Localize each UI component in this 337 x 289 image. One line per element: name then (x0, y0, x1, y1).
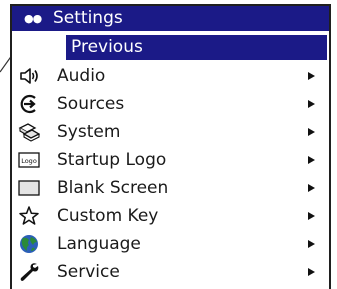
submenu-arrow-icon (308, 268, 315, 276)
submenu-arrow-icon (308, 240, 315, 248)
header-dots-icon: ●● (24, 12, 42, 25)
menu-item-system-label: System (57, 122, 121, 142)
blank-screen-icon (18, 180, 40, 196)
speaker-icon (20, 68, 38, 84)
menu-item-sources-label: Sources (57, 94, 125, 114)
menu-title: Settings (53, 8, 123, 28)
globe-icon (20, 235, 38, 253)
menu-item-system[interactable]: System (12, 118, 329, 146)
logo-icon-text: Logo (21, 157, 37, 165)
menu-item-custom-key-label: Custom Key (57, 206, 159, 226)
menu-header: ●● Settings (12, 6, 329, 31)
settings-menu-screen: ●● Settings Previous Audio Sources Syste… (0, 0, 337, 289)
star-icon (19, 206, 39, 225)
menu-item-blank-screen-label: Blank Screen (57, 178, 169, 198)
menu-item-language-label: Language (57, 234, 141, 254)
submenu-arrow-icon (308, 128, 315, 136)
menu-item-audio[interactable]: Audio (12, 62, 329, 90)
menu-item-service-label: Service (57, 262, 120, 282)
menu-item-blank-screen[interactable]: Blank Screen (12, 174, 329, 202)
source-arrow-icon (20, 94, 36, 114)
logo-icon: Logo (18, 152, 40, 168)
menu-item-audio-label: Audio (57, 66, 106, 86)
menu-item-service[interactable]: Service (12, 258, 329, 286)
wrench-icon (20, 263, 39, 281)
menu-item-language[interactable]: Language (12, 230, 329, 258)
menu-item-startup-logo-label: Startup Logo (57, 150, 167, 170)
submenu-arrow-icon (308, 100, 315, 108)
submenu-arrow-icon (308, 212, 315, 220)
menu-item-sources[interactable]: Sources (12, 90, 329, 118)
system-chips-icon (18, 123, 40, 142)
menu-item-custom-key[interactable]: Custom Key (12, 202, 329, 230)
menu-item-previous-label: Previous (71, 37, 143, 57)
submenu-arrow-icon (308, 72, 315, 80)
submenu-arrow-icon (308, 184, 315, 192)
menu-item-previous[interactable]: Previous (66, 35, 327, 60)
submenu-arrow-icon (308, 156, 315, 164)
menu-item-startup-logo[interactable]: Logo Startup Logo (12, 146, 329, 174)
settings-menu: ●● Settings Previous Audio Sources Syste… (10, 4, 331, 289)
